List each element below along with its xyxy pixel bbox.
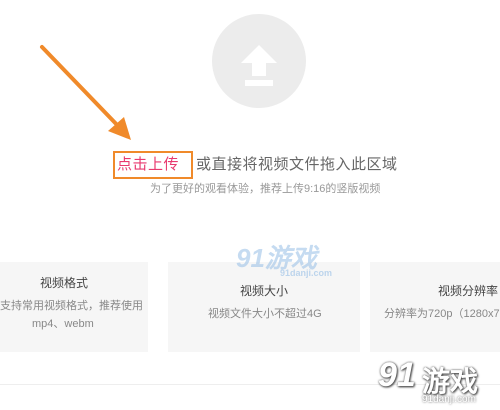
card-desc-line: mp4、webm	[32, 318, 94, 330]
card-title: 视频分辨率	[438, 284, 499, 298]
logo-url: 91danji.com	[422, 394, 476, 405]
upload-drop-zone[interactable]: 点击上传 或直接将视频文件拖入此区域 为了更好的观看体验，推荐上传9:16的竖版…	[0, 0, 500, 235]
card-desc-line: 分辨率为720p（1280x720	[384, 308, 500, 320]
card-title: 视频格式	[40, 276, 89, 290]
upload-arrow-icon	[241, 45, 277, 86]
upload-button[interactable]	[212, 14, 306, 108]
watermark-corner-logo: 91 游戏 91danji.com	[378, 356, 498, 408]
upload-instruction: 点击上传 或直接将视频文件拖入此区域	[0, 153, 500, 177]
card-desc-line: 视频文件大小不超过4G	[208, 308, 322, 320]
drag-drop-text: 或直接将视频文件拖入此区域	[196, 156, 398, 173]
card-desc-line: 支持常用视频格式，推荐使用	[0, 300, 143, 312]
annotation-highlight-box	[113, 151, 193, 179]
card-title: 视频大小	[240, 284, 289, 298]
info-cards: 视频格式 支持常用视频格式，推荐使用 mp4、webm 视频大小 视频文件大小不…	[0, 262, 500, 352]
logo-number: 91	[378, 356, 416, 394]
watermark-center-url: 91danji.com	[280, 268, 333, 278]
card-video-resolution: 视频分辨率 分辨率为720p（1280x720	[370, 262, 500, 352]
upload-hint-text: 为了更好的观看体验，推荐上传9:16的竖版视频	[150, 183, 381, 195]
card-video-format: 视频格式 支持常用视频格式，推荐使用 mp4、webm	[0, 262, 148, 352]
